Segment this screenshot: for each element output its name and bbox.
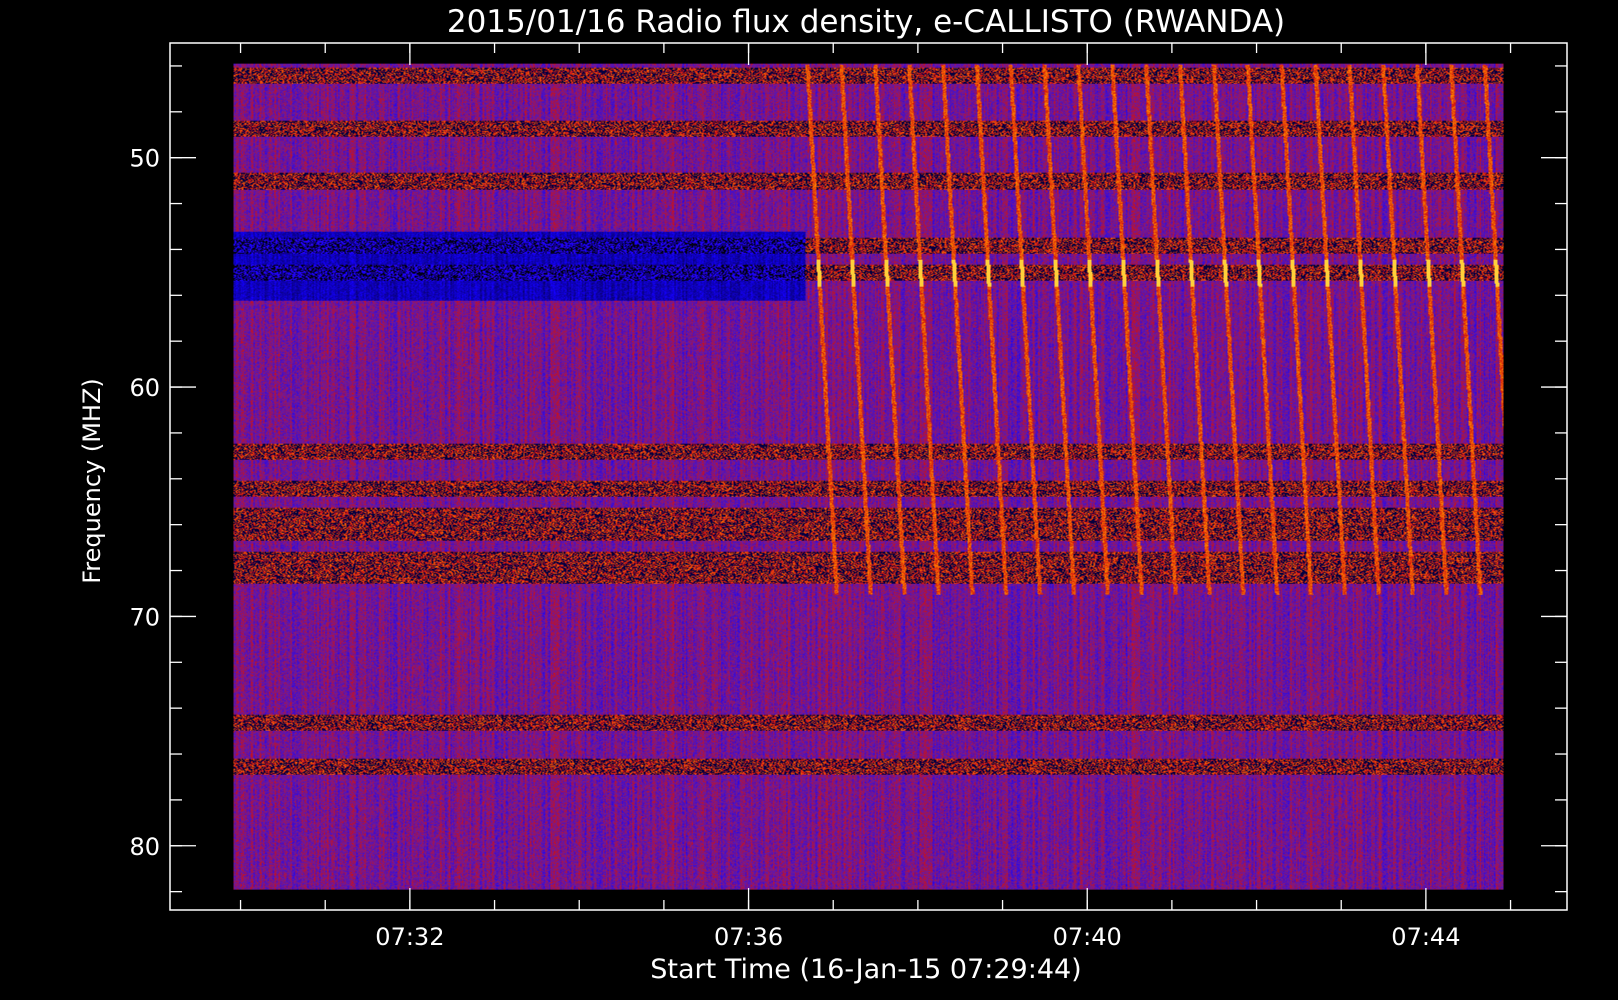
y-tick-label: 50 xyxy=(129,145,160,173)
spectrogram-heatmap xyxy=(233,63,1504,890)
y-tick-label: 80 xyxy=(129,833,160,861)
x-tick-label: 07:40 xyxy=(1053,923,1122,951)
y-axis-label: Frequency (MHZ) xyxy=(78,378,106,584)
x-tick-label: 07:36 xyxy=(714,923,783,951)
x-tick-label: 07:44 xyxy=(1391,923,1460,951)
plot-area: 07:32 07:36 07:40 07:44 50 60 70 80 xyxy=(129,42,1568,951)
y-tick-label: 70 xyxy=(129,603,160,631)
y-tick-label: 60 xyxy=(129,374,160,402)
x-tick-label: 07:32 xyxy=(375,923,444,951)
chart-title: 2015/01/16 Radio flux density, e-CALLIST… xyxy=(447,4,1285,40)
spectrogram-figure: 2015/01/16 Radio flux density, e-CALLIST… xyxy=(0,0,1618,1000)
x-axis-label: Start Time (16-Jan-15 07:29:44) xyxy=(650,954,1081,985)
